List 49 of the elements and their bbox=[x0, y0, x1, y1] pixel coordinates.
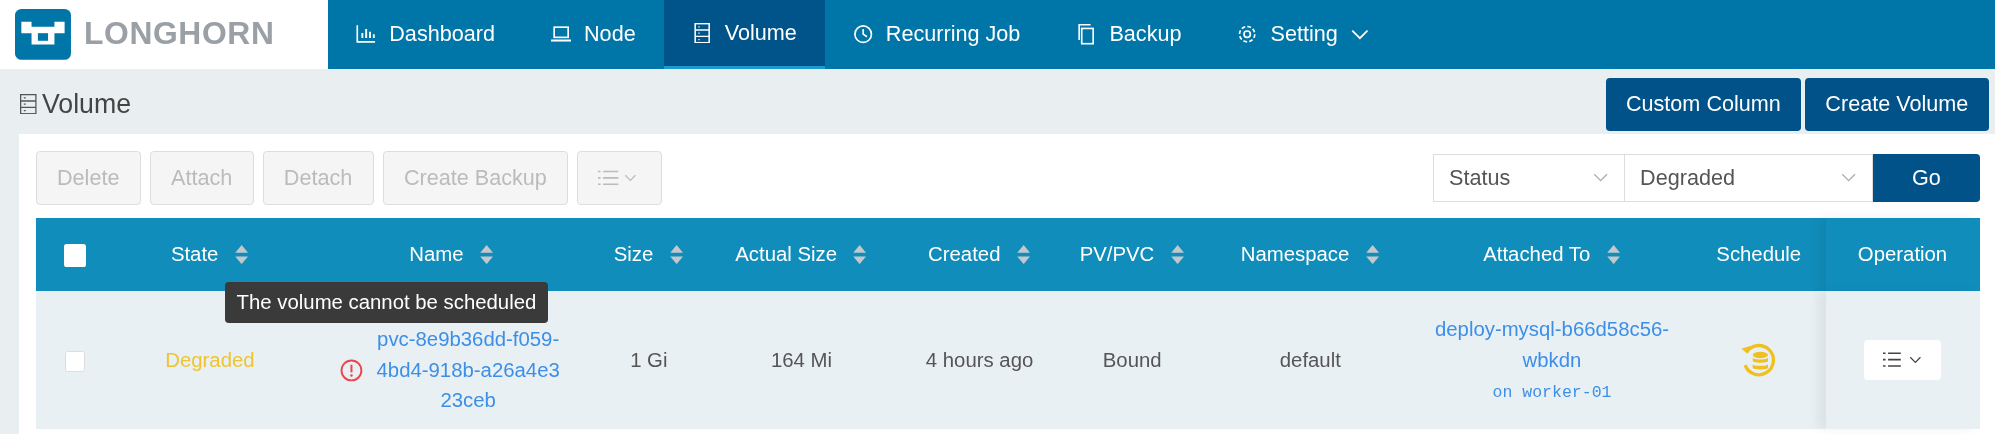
column-header: Actual Size bbox=[735, 242, 838, 268]
nav-tab[interactable]: Recurring Job bbox=[824, 0, 1049, 69]
select-all-checkbox[interactable] bbox=[63, 244, 87, 268]
column-header: Size bbox=[613, 242, 654, 268]
list-icon bbox=[1883, 352, 1902, 368]
column-header: Attached To bbox=[1483, 242, 1591, 268]
header-button[interactable]: Create Volume bbox=[1805, 77, 1989, 131]
nav-tab[interactable]: Setting bbox=[1209, 0, 1397, 69]
copy-icon bbox=[1076, 24, 1097, 45]
nav-tab[interactable]: Node bbox=[522, 0, 664, 69]
actual-size-text: 164 Mi bbox=[770, 348, 832, 371]
nav-tab[interactable]: Backup bbox=[1048, 0, 1210, 69]
column-header: Namespace bbox=[1240, 242, 1350, 268]
chevron-icon bbox=[1841, 173, 1857, 184]
chevron-icon bbox=[1593, 173, 1609, 184]
column-header: State bbox=[170, 242, 219, 268]
state-text: Degraded bbox=[165, 348, 255, 371]
settings-icon bbox=[1237, 24, 1258, 45]
laptop-icon bbox=[550, 24, 572, 45]
nav-tab[interactable]: Volume bbox=[663, 0, 825, 69]
column-header: Schedule bbox=[1716, 242, 1802, 268]
column-header: Created bbox=[928, 242, 1001, 268]
filter-value-select[interactable]: Degraded bbox=[1624, 153, 1873, 203]
node-text: on worker-01 bbox=[1492, 382, 1612, 405]
column-header: PV/PVC bbox=[1079, 242, 1155, 268]
attached-to-link[interactable]: deploy-mysql-b66d58c56-wbkdn bbox=[1431, 314, 1673, 376]
header-button[interactable]: Custom Column bbox=[1605, 77, 1802, 131]
size-text: 1 Gi bbox=[630, 348, 668, 371]
brand-name: LONGHORN bbox=[83, 14, 275, 54]
caret-icon bbox=[623, 173, 637, 183]
operation-menu-button[interactable] bbox=[1864, 339, 1941, 381]
go-button[interactable]: Go bbox=[1872, 153, 1980, 203]
list-icon bbox=[598, 169, 619, 187]
server-icon bbox=[20, 94, 37, 115]
pv-status-text: Bound bbox=[1102, 348, 1162, 371]
page-title: Volume bbox=[41, 88, 132, 122]
created-text: 4 hours ago bbox=[925, 348, 1034, 371]
bar-chart-icon bbox=[356, 24, 377, 45]
clock-icon bbox=[852, 24, 874, 45]
row-checkbox[interactable] bbox=[64, 351, 86, 372]
caret-icon bbox=[1908, 355, 1922, 365]
column-header: Operation bbox=[1857, 242, 1948, 268]
volume-name-link[interactable]: pvc-8e9b36dd-f059-4bd4-918b-a26a4e323ceb bbox=[372, 324, 564, 416]
column-header: Name bbox=[409, 242, 464, 268]
filter-field-select[interactable]: Status bbox=[1432, 153, 1625, 203]
server-icon bbox=[691, 22, 712, 43]
namespace-text: default bbox=[1279, 348, 1341, 371]
tooltip: The volume cannot be scheduled bbox=[225, 282, 548, 324]
nav-tab[interactable]: Dashboard bbox=[328, 0, 523, 69]
